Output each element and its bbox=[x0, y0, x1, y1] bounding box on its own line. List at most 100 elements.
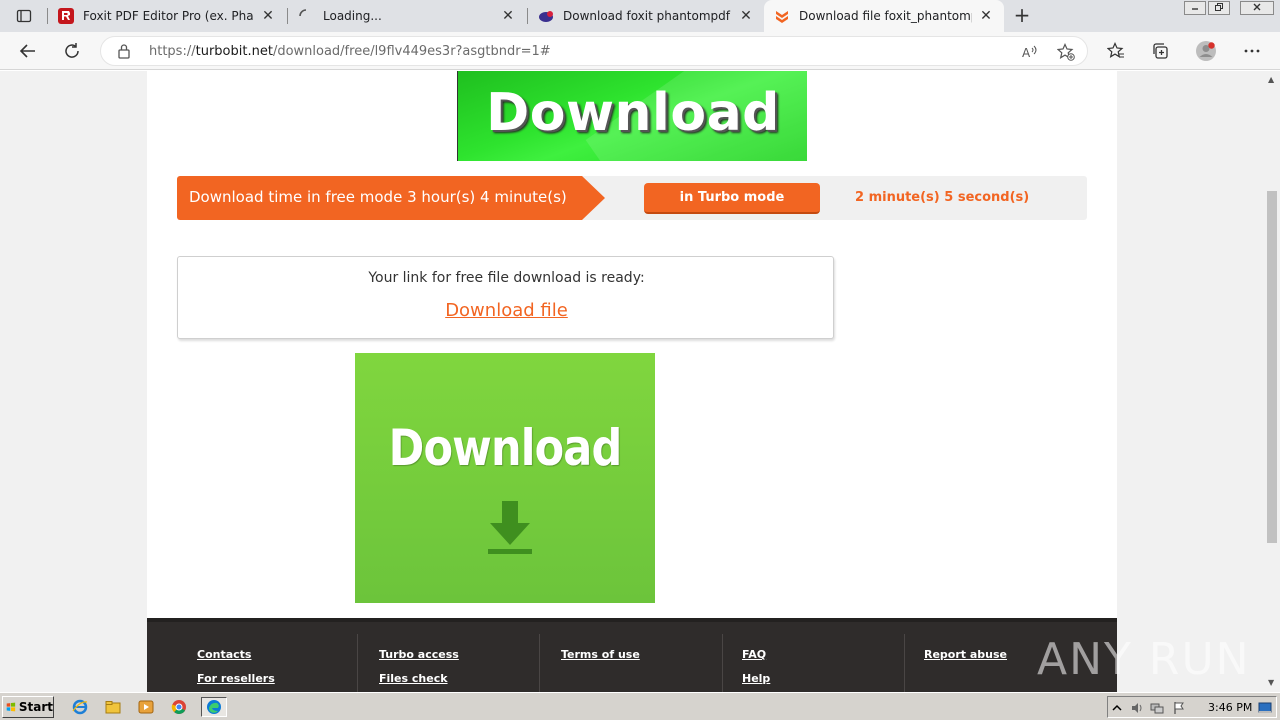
system-tray: 3:46 PM bbox=[1107, 696, 1277, 718]
turbobit-favicon-icon bbox=[774, 8, 790, 24]
favorites-button[interactable] bbox=[1103, 38, 1129, 64]
url-domain: turbobit.net bbox=[195, 44, 273, 59]
more-options-icon bbox=[1244, 49, 1260, 53]
page-viewport: Download Download time in free mode 3 ho… bbox=[0, 71, 1264, 692]
minimize-button[interactable] bbox=[1184, 1, 1206, 15]
start-button[interactable]: Start bbox=[2, 696, 54, 718]
svg-text:A: A bbox=[1022, 46, 1031, 60]
tab-title: Loading... bbox=[323, 9, 382, 23]
close-window-button[interactable] bbox=[1240, 1, 1274, 15]
collections-button[interactable] bbox=[1147, 38, 1173, 64]
tab-title: Foxit PDF Editor Pro (ex. Phantom bbox=[83, 9, 254, 23]
footer-divider bbox=[539, 634, 540, 692]
favorites-icon bbox=[1107, 42, 1124, 58]
footer-link-turbo-access[interactable]: Turbo access bbox=[379, 648, 459, 661]
turbo-mode-button[interactable]: in Turbo mode bbox=[644, 183, 820, 214]
footer-link-contacts[interactable]: Contacts bbox=[197, 648, 275, 661]
minimize-icon bbox=[1192, 8, 1198, 10]
close-tab-icon[interactable]: ✕ bbox=[978, 8, 994, 24]
tab-title: Download file foxit_phantompdf_ bbox=[799, 9, 972, 23]
url-text[interactable]: https://turbobit.net/download/free/l9flv… bbox=[149, 44, 551, 59]
free-mode-text: Download time in free mode 3 hour(s) 4 m… bbox=[189, 188, 567, 206]
close-tab-icon[interactable]: ✕ bbox=[738, 8, 754, 24]
banner-text: Download bbox=[486, 83, 780, 143]
tray-expand-icon[interactable] bbox=[1110, 701, 1124, 715]
tab-foxit-pdf-editor[interactable]: Foxit PDF Editor Pro (ex. Phantom ✕ bbox=[48, 0, 286, 32]
close-icon bbox=[1253, 3, 1261, 11]
download-file-link[interactable]: Download file bbox=[178, 300, 835, 321]
start-label: Start bbox=[18, 700, 53, 714]
internet-explorer-icon[interactable] bbox=[70, 697, 90, 717]
loading-spinner-icon bbox=[298, 8, 314, 24]
vertical-scrollbar[interactable]: ▲ ▼ bbox=[1264, 71, 1280, 692]
footer-column: Report abuse bbox=[924, 634, 1007, 692]
scroll-down-arrow-icon[interactable]: ▼ bbox=[1268, 678, 1274, 687]
turbo-time-text: 2 minute(s) 5 second(s) bbox=[855, 190, 1030, 205]
tab-actions-icon bbox=[16, 9, 32, 23]
close-tab-icon[interactable]: ✕ bbox=[260, 8, 276, 24]
url-scheme: https:// bbox=[149, 44, 196, 59]
download-ad-banner-top[interactable]: Download bbox=[457, 71, 807, 161]
tab-download-file-active[interactable]: Download file foxit_phantompdf_ ✕ bbox=[764, 0, 1004, 32]
tab-strip: Foxit PDF Editor Pro (ex. Phantom ✕ Load… bbox=[0, 0, 1280, 32]
footer-link-help[interactable]: Help bbox=[742, 672, 770, 685]
restore-icon bbox=[1215, 3, 1223, 11]
url-path: /download/free/l9flv449es3r?asgtbndr=1# bbox=[272, 44, 551, 59]
footer-link-report-abuse[interactable]: Report abuse bbox=[924, 648, 1007, 661]
close-tab-icon[interactable]: ✕ bbox=[500, 8, 516, 24]
volume-icon[interactable] bbox=[1130, 701, 1144, 715]
footer-link-terms[interactable]: Terms of use bbox=[561, 648, 640, 661]
file-explorer-icon[interactable] bbox=[103, 697, 123, 717]
tab-title: Download foxit phantompdf busi bbox=[563, 9, 732, 23]
back-button[interactable] bbox=[15, 38, 41, 64]
clock[interactable]: 3:46 PM bbox=[1208, 701, 1252, 714]
site-favicon-icon bbox=[538, 8, 554, 24]
scroll-thumb[interactable] bbox=[1267, 191, 1277, 543]
foxit-favicon-icon bbox=[58, 8, 74, 24]
refresh-button[interactable] bbox=[59, 38, 85, 64]
settings-menu-button[interactable] bbox=[1239, 38, 1265, 64]
collections-icon bbox=[1153, 43, 1168, 59]
footer-divider bbox=[357, 634, 358, 692]
download-link-box: Your link for free file download is read… bbox=[177, 256, 834, 339]
footer-link-resellers[interactable]: For resellers bbox=[197, 672, 275, 685]
download-ad-banner-large[interactable]: Download bbox=[355, 353, 655, 603]
screen: Foxit PDF Editor Pro (ex. Phantom ✕ Load… bbox=[0, 0, 1280, 720]
page-content: Download Download time in free mode 3 ho… bbox=[147, 71, 1249, 692]
footer-divider bbox=[722, 634, 723, 692]
footer-column: Turbo access Files check bbox=[379, 634, 459, 692]
footer-link-files-check[interactable]: Files check bbox=[379, 672, 459, 685]
new-tab-button[interactable]: + bbox=[1010, 4, 1034, 28]
lock-icon bbox=[117, 43, 131, 63]
read-aloud-icon[interactable]: A bbox=[1019, 42, 1041, 62]
anyrun-watermark: ANY RUN bbox=[1037, 633, 1251, 685]
tab-loading[interactable]: Loading... ✕ bbox=[288, 0, 526, 32]
link-ready-text: Your link for free file download is read… bbox=[368, 270, 645, 286]
tab-actions-button[interactable] bbox=[8, 4, 40, 28]
edge-taskbar-icon[interactable] bbox=[201, 697, 227, 717]
footer-column: FAQ Help bbox=[742, 634, 770, 692]
media-player-icon[interactable] bbox=[136, 697, 156, 717]
footer-column: Terms of use bbox=[561, 634, 640, 692]
footer-column: Contacts For resellers bbox=[197, 634, 275, 692]
refresh-icon bbox=[65, 43, 79, 58]
footer-link-faq[interactable]: FAQ bbox=[742, 648, 770, 661]
scroll-up-arrow-icon[interactable]: ▲ bbox=[1268, 75, 1274, 84]
download-arrow-icon bbox=[488, 501, 532, 554]
chrome-icon[interactable] bbox=[169, 697, 189, 717]
banner-text: Download bbox=[388, 419, 623, 477]
restore-button[interactable] bbox=[1208, 1, 1230, 15]
browser-toolbar: https://turbobit.net/download/free/l9flv… bbox=[0, 32, 1280, 70]
address-bar[interactable]: https://turbobit.net/download/free/l9flv… bbox=[100, 36, 1088, 66]
show-desktop-icon[interactable] bbox=[1258, 701, 1272, 715]
download-time-bar: Download time in free mode 3 hour(s) 4 m… bbox=[177, 176, 1087, 220]
profile-button[interactable] bbox=[1193, 38, 1219, 64]
footer-divider bbox=[904, 634, 905, 692]
add-favorite-icon[interactable] bbox=[1055, 42, 1077, 62]
action-center-flag-icon[interactable] bbox=[1172, 701, 1186, 715]
taskbar: Start 3:46 PM bbox=[0, 692, 1280, 720]
windows-flag-icon bbox=[6, 702, 16, 712]
network-icon[interactable] bbox=[1150, 701, 1164, 715]
tab-download-foxit[interactable]: Download foxit phantompdf busi ✕ bbox=[528, 0, 764, 32]
page-footer: Contacts For resellers Turbo access File… bbox=[147, 618, 1249, 692]
